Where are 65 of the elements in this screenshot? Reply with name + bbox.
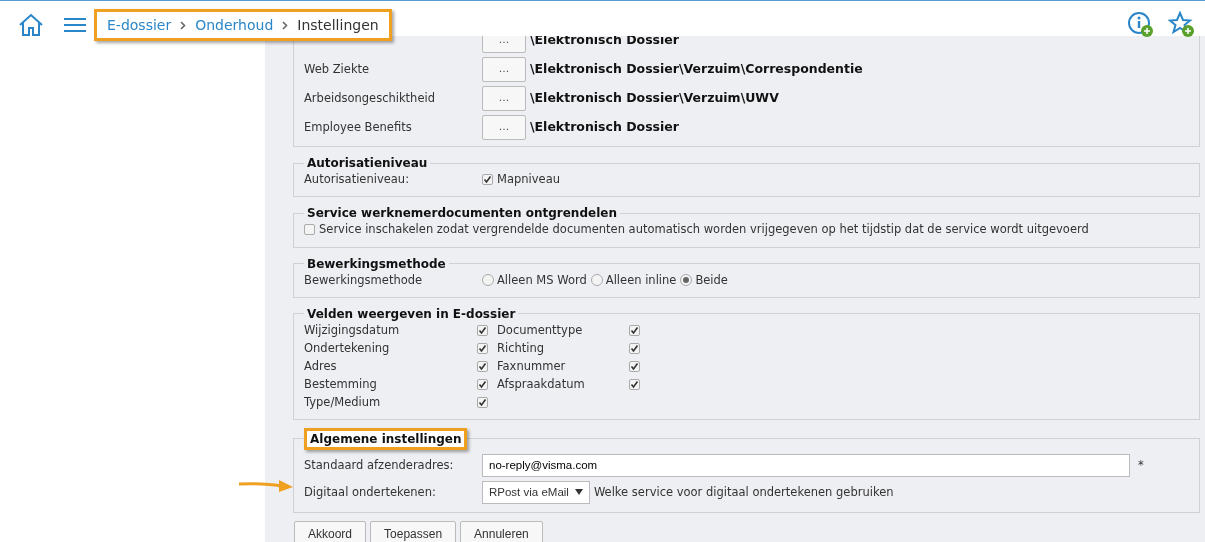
radio-button[interactable]: [482, 274, 494, 287]
menu-icon[interactable]: [64, 17, 86, 33]
field-label: Type/Medium: [304, 393, 382, 411]
folder-path: \Elektronisch Dossier\Verzuim\Correspondentie: [530, 60, 863, 79]
checkbox[interactable]: [629, 378, 640, 390]
section-legend: Autorisatieniveau: [304, 155, 431, 171]
radio-label: Beide: [695, 271, 728, 289]
field-label: Bewerkingsmethode: [304, 272, 423, 287]
breadcrumb-link[interactable]: Onderhoud: [195, 14, 274, 36]
breadcrumb-link[interactable]: E-dossier: [107, 14, 172, 36]
checkbox-label: Service inschakelen zodat vergrendelde documenten automatisch worden vrijgegeven op het tijdstip dat de service wordt uitgevoerd: [319, 221, 1089, 239]
checkbox[interactable]: [482, 174, 493, 186]
field-label: Digitaal ondertekenen:: [304, 484, 436, 499]
field-label: Ondertekening: [304, 339, 391, 357]
field-label: Bestemming: [304, 375, 378, 393]
checkbox[interactable]: [629, 360, 640, 372]
service-dropdown[interactable]: RPost via eMail: [482, 480, 590, 504]
checkbox[interactable]: [477, 396, 488, 408]
field-label: Richting: [497, 339, 546, 357]
checkbox[interactable]: [477, 342, 488, 354]
action-button[interactable]: Toepassen: [370, 520, 457, 542]
checkbox-label: Mapniveau: [497, 171, 560, 188]
section-legend: Service werknemerdocumenten ontgrendelen: [304, 205, 620, 222]
home-icon[interactable]: [18, 13, 44, 37]
browse-button[interactable]: ...: [482, 36, 526, 53]
browse-button[interactable]: ...: [482, 86, 526, 111]
field-label: Employee Benefits: [304, 119, 412, 134]
action-button[interactable]: Akkoord: [294, 520, 367, 542]
field-label: Documenttype: [497, 321, 584, 339]
breadcrumb-current: Instellingen: [297, 15, 379, 35]
radio-label: Alleen inline: [605, 271, 677, 289]
field-label: Afspraakdatum: [497, 375, 586, 393]
radio-button[interactable]: [590, 274, 603, 287]
section-legend: Bewerkingsmethode: [304, 255, 449, 272]
field-label: Standaard afzenderadres:: [304, 457, 454, 472]
checkbox[interactable]: [629, 324, 640, 336]
folder-path: \Elektronisch Dossier\Verzuim\UWV: [530, 89, 779, 108]
email-input[interactable]: no-reply@visma.com: [482, 453, 1130, 477]
radio-button[interactable]: [680, 274, 693, 287]
pointer-arrow: [237, 478, 295, 494]
field-label: Autorisatieniveau:: [304, 172, 410, 186]
field-label: Faxnummer: [497, 357, 567, 375]
checkbox[interactable]: [477, 360, 488, 372]
field-label: Adres: [304, 357, 338, 375]
folder-path: \Elektronisch Dossier: [530, 118, 679, 137]
chevron-icon: [282, 20, 289, 30]
section-legend: Velden weergeven in E-dossier: [304, 305, 519, 322]
section-legend: Algemene instellingen: [304, 427, 468, 450]
checkbox[interactable]: [304, 224, 315, 236]
hint-text: Welke service voor digitaal ondertekenen gebruiken: [593, 483, 894, 501]
field-label: Wijzigingsdatum: [304, 321, 401, 339]
required-mark: *: [1138, 456, 1144, 474]
checkbox[interactable]: [477, 378, 488, 390]
dropdown-arrow-icon: [574, 489, 583, 496]
info-add-icon[interactable]: [1127, 11, 1154, 38]
browse-button[interactable]: ...: [482, 115, 526, 140]
radio-label: Alleen MS Word: [497, 271, 587, 289]
action-button[interactable]: Annuleren: [460, 520, 543, 542]
chevron-icon: [180, 20, 187, 30]
checkbox[interactable]: [629, 342, 640, 354]
field-label: Arbeidsongeschiktheid: [304, 90, 435, 105]
checkbox[interactable]: [477, 324, 488, 336]
star-add-icon[interactable]: [1168, 11, 1195, 38]
browse-button[interactable]: ...: [482, 57, 526, 82]
field-label: Web Ziekte: [304, 61, 370, 76]
